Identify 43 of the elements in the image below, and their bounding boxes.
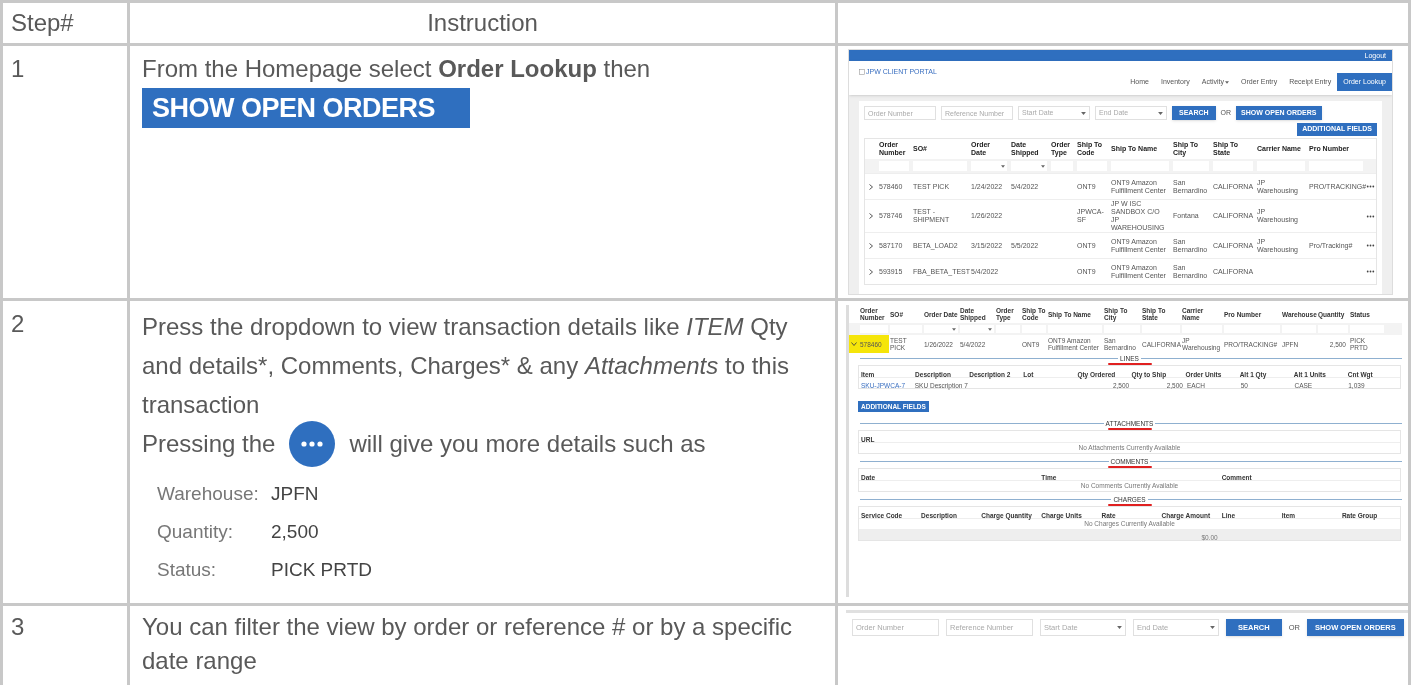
detail-value: PICK PRTD [271,558,373,582]
step-number: 2 [11,310,25,337]
more-icon[interactable] [1366,185,1375,188]
caret-icon [988,327,992,331]
instruction-text: Pressing the [142,429,276,459]
caret-icon [1081,111,1086,115]
detail-label: Warehouse: [157,482,260,506]
highlight-underline [1107,363,1152,365]
caret-icon [1210,626,1215,629]
instruction-text: You can filter the view by order or reference # or by a specific date range [142,612,794,676]
step-number: 3 [11,613,25,640]
row-expand-toggle[interactable] [849,335,859,353]
highlight-underline [1107,428,1152,430]
filter-dropdown[interactable] [971,161,1007,171]
chevron-right-icon[interactable] [868,268,874,275]
detail-label: Quantity: [157,520,235,544]
step-number: 1 [11,55,25,82]
caret-icon [1001,164,1005,168]
detail-value: JPFN [271,482,320,506]
chevron-right-icon[interactable] [868,242,874,249]
more-icon [289,421,336,467]
column-header: Step# [11,8,74,38]
detail-value: 2,500 [271,520,320,544]
chevron-down-icon[interactable] [851,341,857,347]
highlight-underline [1107,466,1152,468]
caret-icon [952,327,956,331]
caret-icon [1041,164,1045,168]
column-header: Instruction [427,8,538,38]
filter-dropdown[interactable] [1011,161,1047,171]
chevron-right-icon[interactable] [868,183,874,190]
broken-image-icon [859,69,865,76]
chevron-right-icon[interactable] [868,213,874,219]
detail-label: Status: [157,558,218,582]
caret-icon [1117,626,1122,629]
highlight-underline [1107,504,1152,506]
instruction-text: will give you more details such as [349,429,706,459]
more-icon[interactable] [1366,214,1375,218]
more-icon[interactable] [1366,244,1375,247]
instruction-text: From the Homepage select Order Lookup then [142,54,651,84]
filter-dropdown[interactable] [924,325,958,333]
caret-icon [1158,111,1163,115]
filter-dropdown[interactable] [960,325,994,333]
more-icon[interactable] [1366,270,1375,273]
